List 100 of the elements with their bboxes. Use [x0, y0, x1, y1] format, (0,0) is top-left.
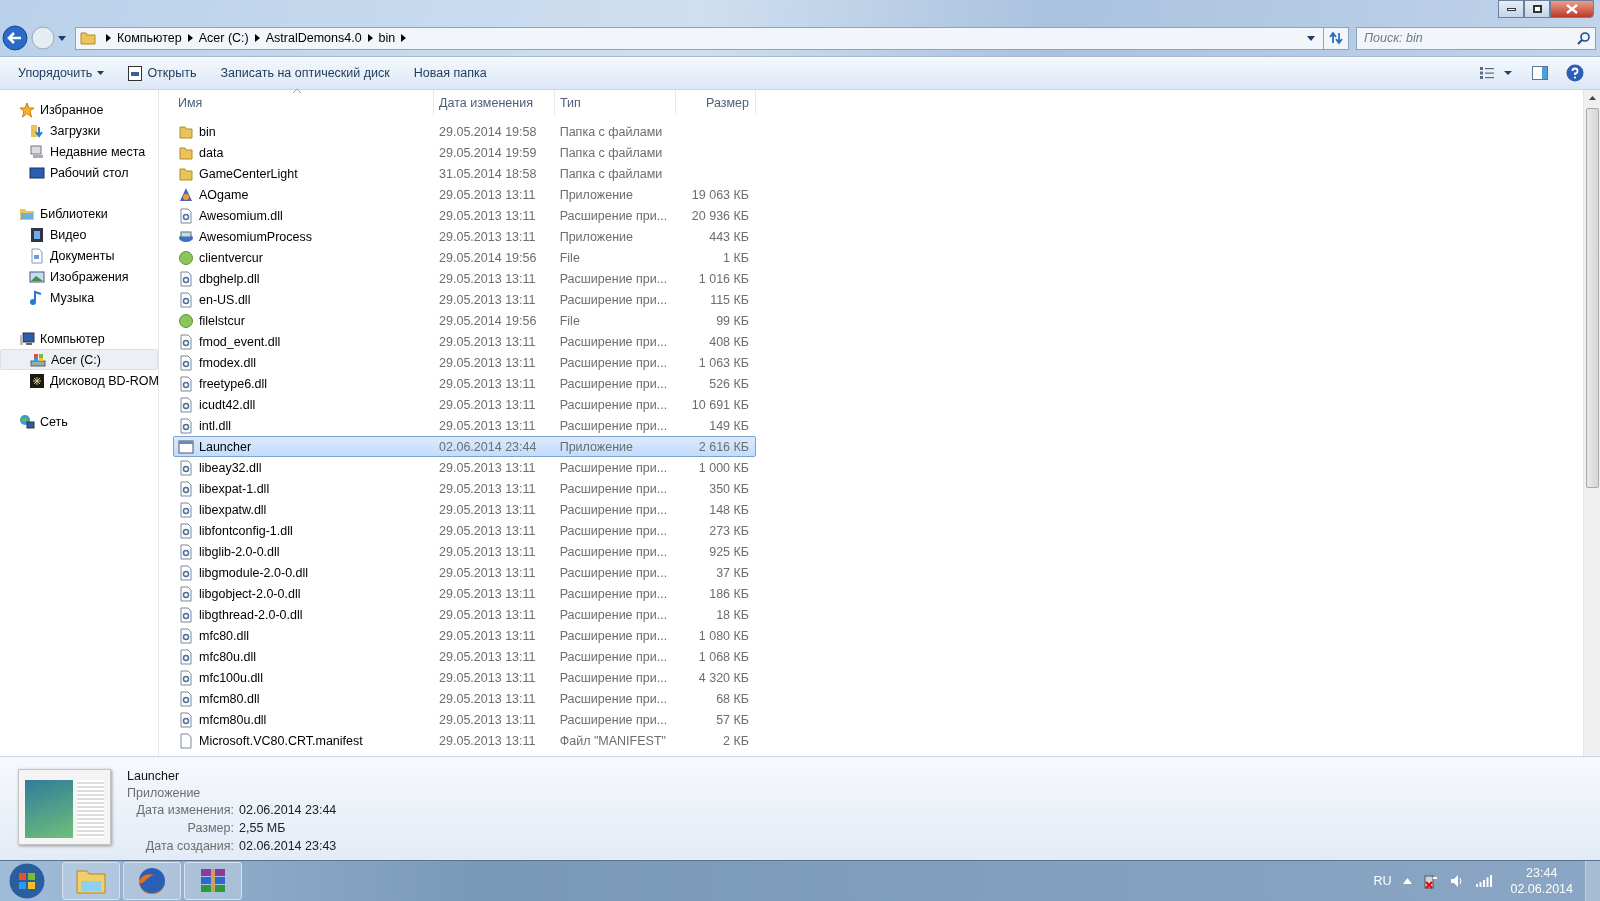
dropdown-icon[interactable] [1307, 35, 1315, 41]
file-name: bin [199, 124, 216, 139]
breadcrumb[interactable]: AstralDemons4.0 [265, 31, 362, 45]
breadcrumb[interactable]: Компьютер [117, 31, 182, 45]
file-row[interactable]: GameCenterLight 31.05.2014 18:58 Папка с файлами [173, 163, 756, 184]
file-name: icudt42.dll [199, 397, 256, 412]
breadcrumb[interactable]: bin [378, 31, 396, 45]
toolbar-button[interactable]: Новая папка [403, 61, 497, 85]
search-field[interactable]: Поиск: bin [1356, 26, 1596, 50]
start-button[interactable] [8, 862, 46, 900]
file-row[interactable]: libexpatw.dll 29.05.2013 13:11 Расширение при... 148 КБ [173, 499, 756, 520]
history-dropdown-icon[interactable] [58, 35, 66, 41]
column-header[interactable]: Тип [555, 90, 676, 115]
sidebar-item[interactable]: Музыка [0, 287, 158, 308]
file-row[interactable]: AwesomiumProcess 29.05.2013 13:11 Приложение 443 КБ [173, 226, 756, 247]
file-row[interactable]: libglib-2.0-0.dll 29.05.2013 13:11 Расширение при... 925 КБ [173, 541, 756, 562]
file-row[interactable]: mfc80u.dll 29.05.2013 13:11 Расширение при... 1 068 КБ [173, 646, 756, 667]
back-button[interactable] [2, 25, 28, 51]
settings-file-icon [178, 396, 194, 413]
file-row[interactable]: fmod_event.dll 29.05.2013 13:11 Расширение при... 408 КБ [173, 331, 756, 352]
file-size: 273 КБ [709, 523, 749, 538]
chevron-icon[interactable] [367, 34, 373, 42]
file-date: 29.05.2013 13:11 [439, 712, 536, 727]
file-row[interactable]: mfc80.dll 29.05.2013 13:11 Расширение при... 1 080 КБ [173, 625, 756, 646]
file-row[interactable]: libgthread-2.0-0.dll 29.05.2013 13:11 Расширение при... 18 КБ [173, 604, 756, 625]
file-row[interactable]: Launcher 02.06.2014 23:44 Приложение 2 616 КБ [173, 436, 756, 457]
file-row[interactable]: mfc100u.dll 29.05.2013 13:11 Расширение при... 4 320 КБ [173, 667, 756, 688]
toolbar-button[interactable]: Записать на оптический диск [210, 61, 400, 85]
column-header[interactable]: Дата изменения [434, 90, 555, 115]
column-header[interactable]: Имя [173, 90, 434, 115]
chevron-icon[interactable] [401, 34, 407, 42]
file-row[interactable]: libgmodule-2.0-0.dll 29.05.2013 13:11 Расширение при... 37 КБ [173, 562, 756, 583]
close-button[interactable] [1550, 0, 1594, 18]
file-row[interactable]: fmodex.dll 29.05.2013 13:11 Расширение при... 1 063 КБ [173, 352, 756, 373]
file-type: Расширение при... [559, 481, 668, 496]
file-row[interactable]: bin 29.05.2014 19:58 Папка с файлами [173, 121, 756, 142]
scrollbar[interactable] [1583, 90, 1600, 756]
breadcrumb[interactable]: Acer (C:) [198, 31, 249, 45]
file-row[interactable]: AOgame 29.05.2013 13:11 Приложение 19 063 КБ [173, 184, 756, 205]
file-row[interactable]: clientvercur 29.05.2014 19:56 File 1 КБ [173, 247, 756, 268]
file-date: 29.05.2014 19:56 [439, 313, 537, 328]
file-name: Launcher [199, 439, 252, 454]
chevron-icon[interactable] [106, 34, 111, 42]
file-row[interactable]: libeay32.dll 29.05.2013 13:11 Расширение при... 1 000 КБ [173, 457, 756, 478]
volume-icon[interactable] [1450, 874, 1465, 888]
sidebar-item[interactable]: Загрузки [0, 120, 158, 141]
sidebar-item[interactable]: Недавние места [0, 141, 158, 162]
file-size: 186 КБ [709, 586, 749, 601]
sidebar-item[interactable]: Компьютер [0, 328, 158, 349]
file-row[interactable]: freetype6.dll 29.05.2013 13:11 Расширение при... 526 КБ [173, 373, 756, 394]
file-row[interactable]: Microsoft.VC80.CRT.manifest 29.05.2013 13:11 Файл "MANIFEST" 2 КБ [173, 730, 756, 751]
preview-pane-icon[interactable] [1532, 66, 1548, 80]
sidebar-item[interactable]: Избранное [0, 99, 158, 120]
file-type: File [559, 313, 580, 328]
taskbar-button[interactable] [184, 862, 242, 900]
show-desktop-button[interactable] [1585, 860, 1600, 901]
file-row[interactable]: data 29.05.2014 19:59 Папка с файлами [173, 142, 756, 163]
signal-icon[interactable] [1476, 875, 1493, 887]
minimize-button[interactable] [1498, 0, 1524, 18]
file-row[interactable]: intl.dll 29.05.2013 13:11 Расширение при... 149 КБ [173, 415, 756, 436]
sidebar-item[interactable]: Acer (C:) [0, 349, 158, 370]
sidebar-item[interactable]: Рабочий стол [0, 162, 158, 183]
show-hidden-icons-button[interactable] [1403, 878, 1413, 884]
file-row[interactable]: libfontconfig-1.dll 29.05.2013 13:11 Расширение при... 273 КБ [173, 520, 756, 541]
sidebar-item[interactable]: Документы [0, 245, 158, 266]
game-icon [178, 186, 194, 203]
power-icon[interactable] [1424, 873, 1439, 889]
address-bar[interactable]: Компьютер Acer (C:) AstralDemons4.0 bin [75, 26, 1324, 50]
file-row[interactable]: dbghelp.dll 29.05.2013 13:11 Расширение при... 1 016 КБ [173, 268, 756, 289]
toolbar-button[interactable]: Упорядочить [8, 61, 115, 85]
column-header[interactable]: Размер [676, 90, 756, 115]
file-size: 68 КБ [716, 691, 749, 706]
file-row[interactable]: en-US.dll 29.05.2013 13:11 Расширение при... 115 КБ [173, 289, 756, 310]
file-date: 29.05.2013 13:11 [439, 355, 536, 370]
restore-button[interactable] [1524, 0, 1550, 18]
file-size: 408 КБ [709, 334, 749, 349]
file-row[interactable]: libgobject-2.0-0.dll 29.05.2013 13:11 Расширение при... 186 КБ [173, 583, 756, 604]
toolbar-button[interactable]: Открыть [118, 61, 207, 85]
file-row[interactable]: libexpat-1.dll 29.05.2013 13:11 Расширение при... 350 КБ [173, 478, 756, 499]
file-row[interactable]: Awesomium.dll 29.05.2013 13:11 Расширение при... 20 936 КБ [173, 205, 756, 226]
refresh-button[interactable] [1323, 26, 1349, 50]
view-options-icon[interactable] [1480, 67, 1514, 79]
file-row[interactable]: filelstcur 29.05.2014 19:56 File 99 КБ [173, 310, 756, 331]
help-icon[interactable] [1566, 64, 1584, 82]
chevron-icon[interactable] [187, 34, 193, 42]
sidebar-item[interactable]: Дисковод BD-ROM [0, 370, 158, 391]
sidebar-item[interactable]: Сеть [0, 411, 158, 432]
file-type: Расширение при... [559, 355, 668, 370]
file-row[interactable]: icudt42.dll 29.05.2013 13:11 Расширение при... 10 691 КБ [173, 394, 756, 415]
sidebar-item[interactable]: Библиотеки [0, 203, 158, 224]
file-type: Расширение при... [559, 586, 668, 601]
file-row[interactable]: mfcm80.dll 29.05.2013 13:11 Расширение при... 68 КБ [173, 688, 756, 709]
file-date: 29.05.2013 13:11 [439, 691, 536, 706]
chevron-icon[interactable] [254, 34, 260, 42]
scroll-up-icon[interactable] [1588, 96, 1596, 100]
sidebar-item[interactable]: Изображения [0, 266, 158, 287]
sidebar-item[interactable]: Видео [0, 224, 158, 245]
file-size: 443 КБ [709, 229, 749, 244]
taskbar-button[interactable] [123, 862, 181, 900]
file-row[interactable]: mfcm80u.dll 29.05.2013 13:11 Расширение при... 57 КБ [173, 709, 756, 730]
